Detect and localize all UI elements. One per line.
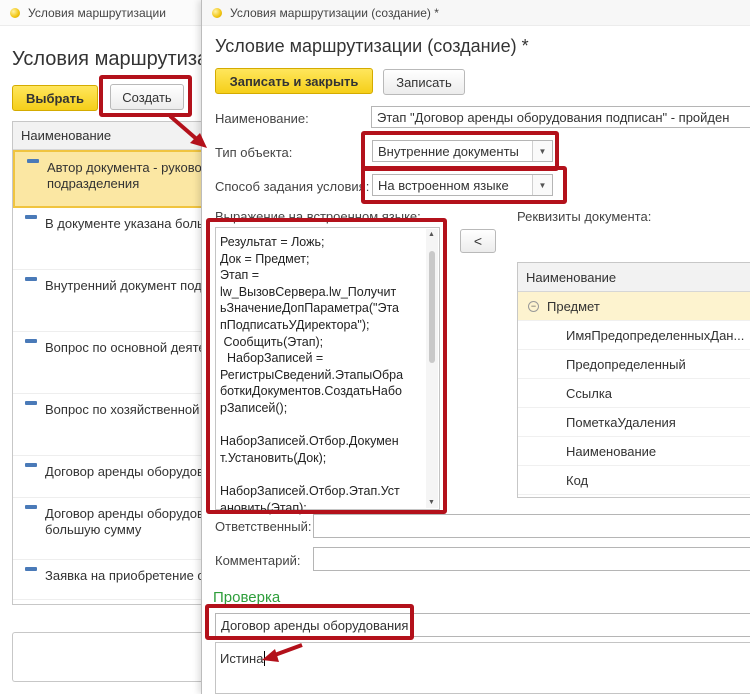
background-page-title: Условия маршрутизац (12, 48, 220, 70)
list-item[interactable]: Вопрос по хозяйственной (13, 394, 210, 456)
form-titlebar: Условия маршрутизации (создание) * (202, 0, 750, 26)
list-item-icon (25, 401, 37, 405)
name-label: Наименование: (215, 111, 309, 126)
tree-item[interactable]: ПометкаУдаления (518, 408, 750, 437)
list-item-icon (25, 463, 37, 467)
chevron-down-icon[interactable]: ▼ (532, 141, 552, 161)
name-field[interactable]: Этап "Договор аренды оборудования подпис… (371, 106, 750, 128)
list-item-label: Внутренний документ под (45, 278, 202, 293)
list-item[interactable]: Договор аренды оборудов (13, 456, 210, 498)
list-item-icon (25, 277, 37, 281)
list-item[interactable]: Вопрос по основной деяте (13, 332, 210, 394)
expression-label: Выражение на встроенном языке: (215, 209, 421, 224)
chevron-down-icon[interactable]: ▼ (532, 175, 552, 195)
background-comment-field[interactable] (12, 632, 210, 682)
tree-item-label: ПометкаУдаления (566, 414, 676, 430)
tree-item[interactable]: Ссылка (518, 379, 750, 408)
list-header-name[interactable]: Наименование (13, 122, 210, 150)
list-item-label: Договор аренды оборудов большую сумму (45, 506, 204, 537)
background-titlebar: Условия маршрутизации (0, 0, 209, 26)
check-result-field[interactable]: Истина (215, 642, 750, 694)
collapse-icon[interactable]: − (528, 300, 539, 312)
app-logo-icon (212, 7, 222, 18)
check-section-title: Проверка (213, 589, 281, 606)
object-type-label: Тип объекта: (215, 145, 293, 160)
tree-item[interactable]: Наименование (518, 437, 750, 466)
expression-code[interactable]: Результат = Ложь; Док = Предмет; Этап = … (220, 234, 428, 516)
list-item-label: Договор аренды оборудов (45, 464, 204, 479)
routing-condition-form: Условия маршрутизации (создание) * Услов… (201, 0, 750, 694)
list-item[interactable]: Договор аренды оборудов большую сумму (13, 498, 210, 560)
comment-field[interactable] (313, 547, 750, 571)
condition-method-label: Способ задания условия: (215, 179, 370, 194)
list-item-icon (25, 505, 37, 509)
expression-scrollbar[interactable]: ▲ ▼ (426, 229, 438, 508)
save-and-close-button[interactable]: Записать и закрыть (215, 68, 373, 94)
background-window-title: Условия маршрутизации (28, 5, 166, 20)
tree-item-label: ИмяПредопределенныхДан... (566, 327, 745, 343)
list-item-label: Вопрос по основной деяте (45, 340, 206, 355)
list-item[interactable]: Заявка на приобретение о (13, 560, 210, 600)
requisites-rows: ИмяПредопределенныхДан... Предопределенны… (518, 321, 750, 495)
condition-method-value: На встроенном языке (378, 177, 509, 193)
app-logo-icon (10, 7, 20, 18)
tree-group-row[interactable]: − Предмет (518, 292, 750, 321)
scroll-up-icon[interactable]: ▲ (428, 231, 435, 238)
tree-item[interactable]: Код (518, 466, 750, 495)
tree-item-label: Наименование (566, 443, 657, 459)
condition-method-select[interactable]: На встроенном языке ▼ (372, 174, 553, 196)
list-rows: Автор документа - руково подразделения В … (13, 150, 210, 600)
list-item-icon (25, 215, 37, 219)
form-window-title: Условия маршрутизации (создание) * (230, 5, 439, 20)
list-item-icon (25, 339, 37, 343)
list-item[interactable]: В документе указана больш (13, 208, 210, 270)
requisites-tree: Наименование − Предмет ИмяПредопределенн… (517, 262, 750, 498)
list-item[interactable]: Внутренний документ под (13, 270, 210, 332)
list-item-label: В документе указана больш (45, 216, 210, 231)
text-cursor (264, 651, 266, 666)
expression-editor[interactable]: Результат = Ложь; Док = Предмет; Этап = … (215, 227, 440, 515)
list-item-label: Заявка на приобретение о (45, 568, 205, 583)
object-type-select[interactable]: Внутренние документы ▼ (372, 140, 553, 162)
list-item-label: Автор документа - руково подразделения (47, 160, 202, 191)
scroll-down-icon[interactable]: ▼ (428, 499, 435, 506)
select-button[interactable]: Выбрать (12, 85, 98, 111)
list-item-icon (27, 159, 39, 163)
scrollbar-thumb[interactable] (429, 251, 435, 363)
check-object-field[interactable]: Договор аренды оборудования (215, 613, 750, 637)
tree-item[interactable]: ИмяПредопределенныхДан... (518, 321, 750, 350)
page-title: Условие маршрутизации (создание) * (215, 36, 529, 56)
tree-item-label: Код (566, 472, 589, 488)
insert-requisite-button[interactable]: < (460, 229, 496, 253)
background-window: Условия маршрутизации Условия маршрутиза… (0, 0, 220, 694)
check-result-value: Истина (220, 651, 264, 666)
comment-label: Комментарий: (215, 553, 301, 568)
create-button[interactable]: Создать (110, 84, 184, 110)
conditions-list: Наименование Автор документа - руково по… (12, 121, 210, 605)
object-type-value: Внутренние документы (378, 143, 519, 159)
responsible-field[interactable] (313, 514, 750, 538)
list-item-icon (25, 567, 37, 571)
tree-item[interactable]: Предопределенный (518, 350, 750, 379)
tree-item-label: Ссылка (566, 385, 613, 401)
tree-item-label: Предопределенный (566, 356, 686, 372)
list-item[interactable]: Автор документа - руково подразделения (13, 150, 210, 208)
save-button[interactable]: Записать (383, 69, 465, 95)
tree-group-label: Предмет (547, 298, 600, 314)
requisites-label: Реквизиты документа: (517, 209, 652, 224)
requisites-header[interactable]: Наименование (518, 263, 750, 292)
list-item-label: Вопрос по хозяйственной (45, 402, 200, 417)
responsible-label: Ответственный: (215, 519, 312, 534)
